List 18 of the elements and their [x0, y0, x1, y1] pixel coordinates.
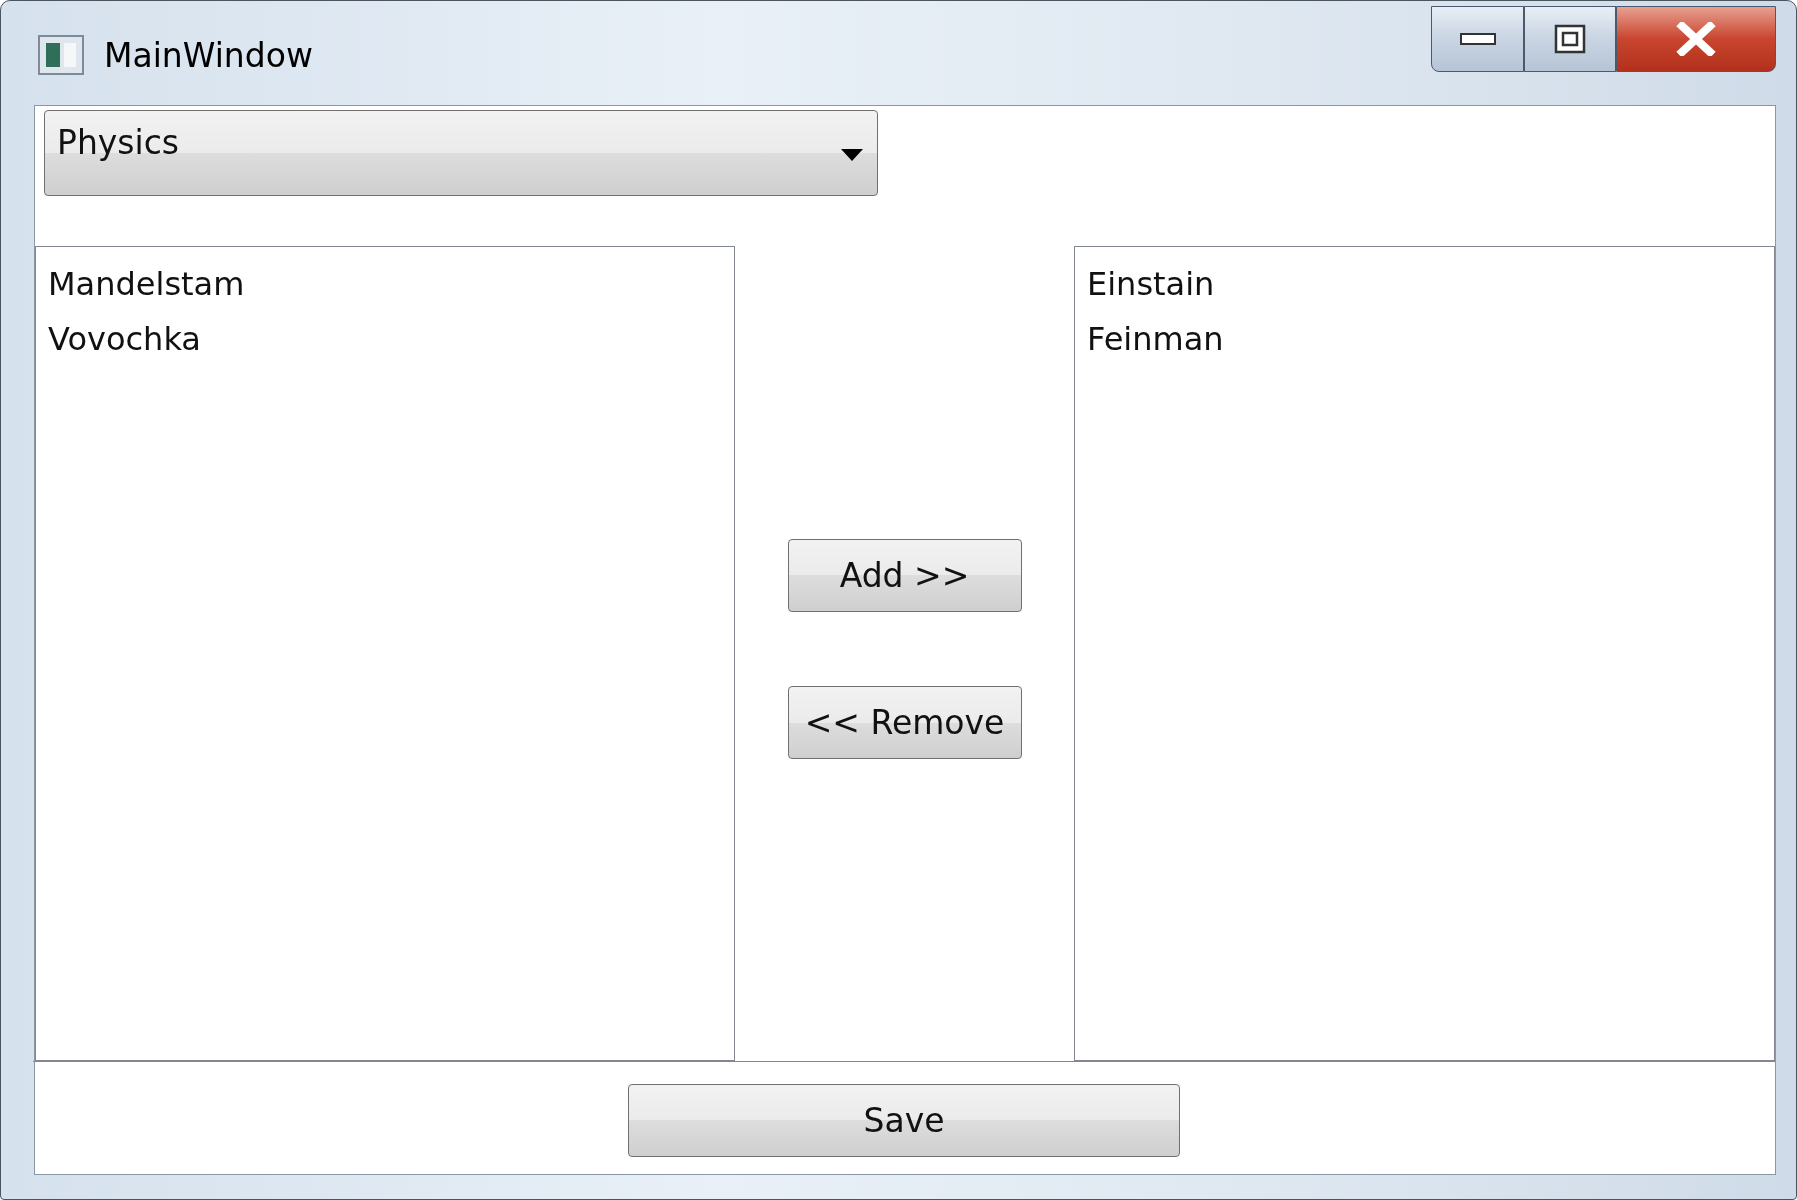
subject-dropdown[interactable]: Physics: [44, 110, 878, 196]
app-icon: [38, 35, 84, 75]
maximize-icon: [1554, 24, 1586, 54]
window-title: MainWindow: [104, 35, 313, 75]
close-icon: [1676, 22, 1716, 56]
add-button[interactable]: Add >>: [787, 538, 1022, 612]
remove-button[interactable]: << Remove: [787, 685, 1022, 759]
minimize-icon: [1459, 31, 1496, 47]
list-item[interactable]: Feinman: [1085, 312, 1226, 367]
close-button[interactable]: [1616, 6, 1776, 72]
minimize-button[interactable]: [1431, 6, 1524, 72]
list-item[interactable]: Einstain: [1085, 257, 1217, 312]
caret-icon: [841, 149, 863, 161]
list-item[interactable]: Vovochka: [46, 312, 203, 367]
list-item[interactable]: Mandelstam: [46, 257, 247, 312]
dropdown-value: Physics: [57, 122, 180, 162]
save-button[interactable]: Save: [628, 1084, 1180, 1157]
maximize-button[interactable]: [1524, 6, 1616, 72]
